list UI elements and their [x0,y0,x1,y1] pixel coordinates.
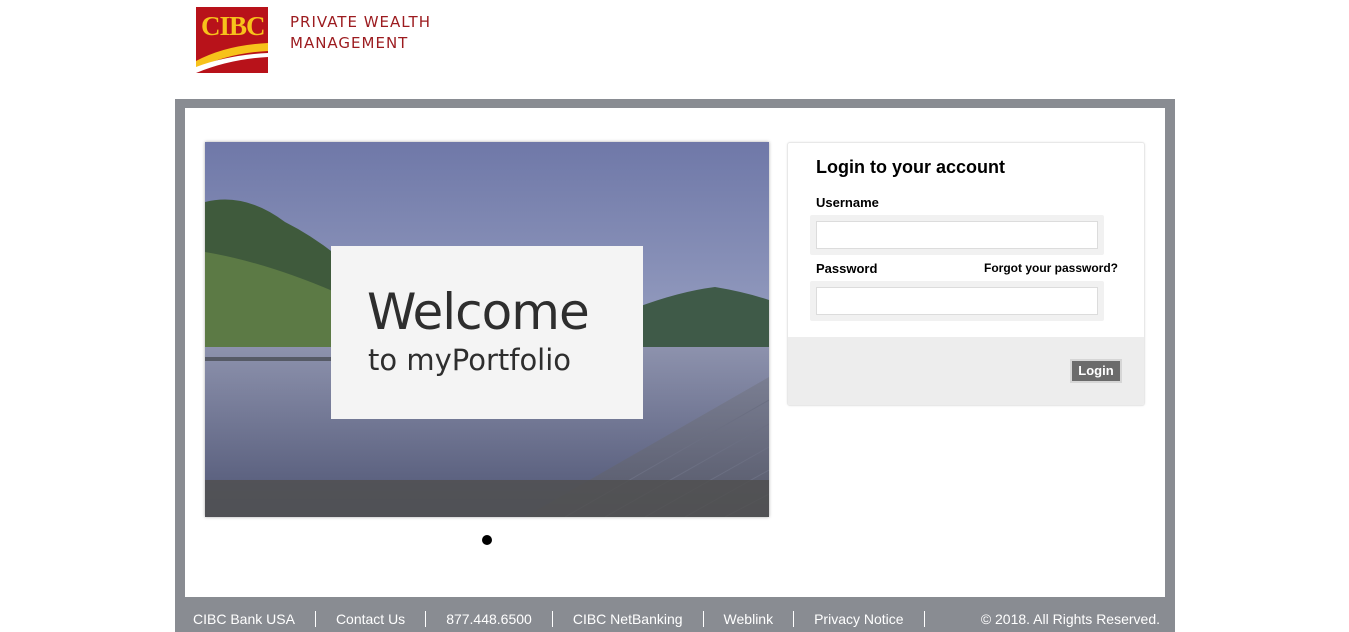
page-footer: CIBC Bank USA Contact Us 877.448.6500 CI… [175,597,1175,632]
logo-text: CIBC [201,11,266,41]
username-input[interactable] [816,221,1098,249]
hero-carousel: Welcome to myPortfolio [205,142,769,517]
password-field-wrap [810,281,1104,321]
footer-links: CIBC Bank USA Contact Us 877.448.6500 CI… [193,611,945,627]
content-panel: Welcome to myPortfolio Login to your acc… [185,108,1165,597]
welcome-title: Welcome [367,283,590,341]
page-header: CIBC PRIVATE WEALTH MANAGEMENT [0,0,1349,99]
forgot-password-link[interactable]: Forgot your password? [984,261,1118,275]
content-frame: Welcome to myPortfolio Login to your acc… [175,99,1175,632]
login-footer: Login [788,337,1144,405]
footer-separator [702,611,704,627]
brand-line-2: MANAGEMENT [290,34,409,52]
footer-separator [314,611,316,627]
footer-link-weblink[interactable]: Weblink [724,611,774,627]
footer-separator [551,611,553,627]
carousel-dot[interactable] [482,535,492,545]
footer-separator [425,611,427,627]
password-input[interactable] [816,287,1098,315]
footer-link-contact-us[interactable]: Contact Us [336,611,405,627]
footer-link-cibc-bank-usa[interactable]: CIBC Bank USA [193,611,295,627]
login-title: Login to your account [816,157,1005,177]
footer-link-cibc-netbanking[interactable]: CIBC NetBanking [573,611,683,627]
footer-separator [923,611,925,627]
username-label: Username [816,195,879,210]
copyright-text: © 2018. All Rights Reserved. [980,611,1160,627]
username-field-wrap [810,215,1104,255]
hero-caption-bar [205,480,769,517]
footer-link-phone[interactable]: 877.448.6500 [446,611,532,627]
password-label: Password [816,261,878,276]
footer-link-privacy-notice[interactable]: Privacy Notice [814,611,903,627]
cibc-logo[interactable]: CIBC [196,7,268,73]
brand-line-1: PRIVATE WEALTH [290,13,432,31]
login-panel: Login to your account Username Password … [787,142,1145,406]
welcome-card: Welcome to myPortfolio [331,246,643,419]
brand-name: PRIVATE WEALTH MANAGEMENT [290,12,431,54]
login-button[interactable]: Login [1070,359,1122,383]
footer-separator [793,611,795,627]
welcome-subtitle: to myPortfolio [368,343,572,377]
